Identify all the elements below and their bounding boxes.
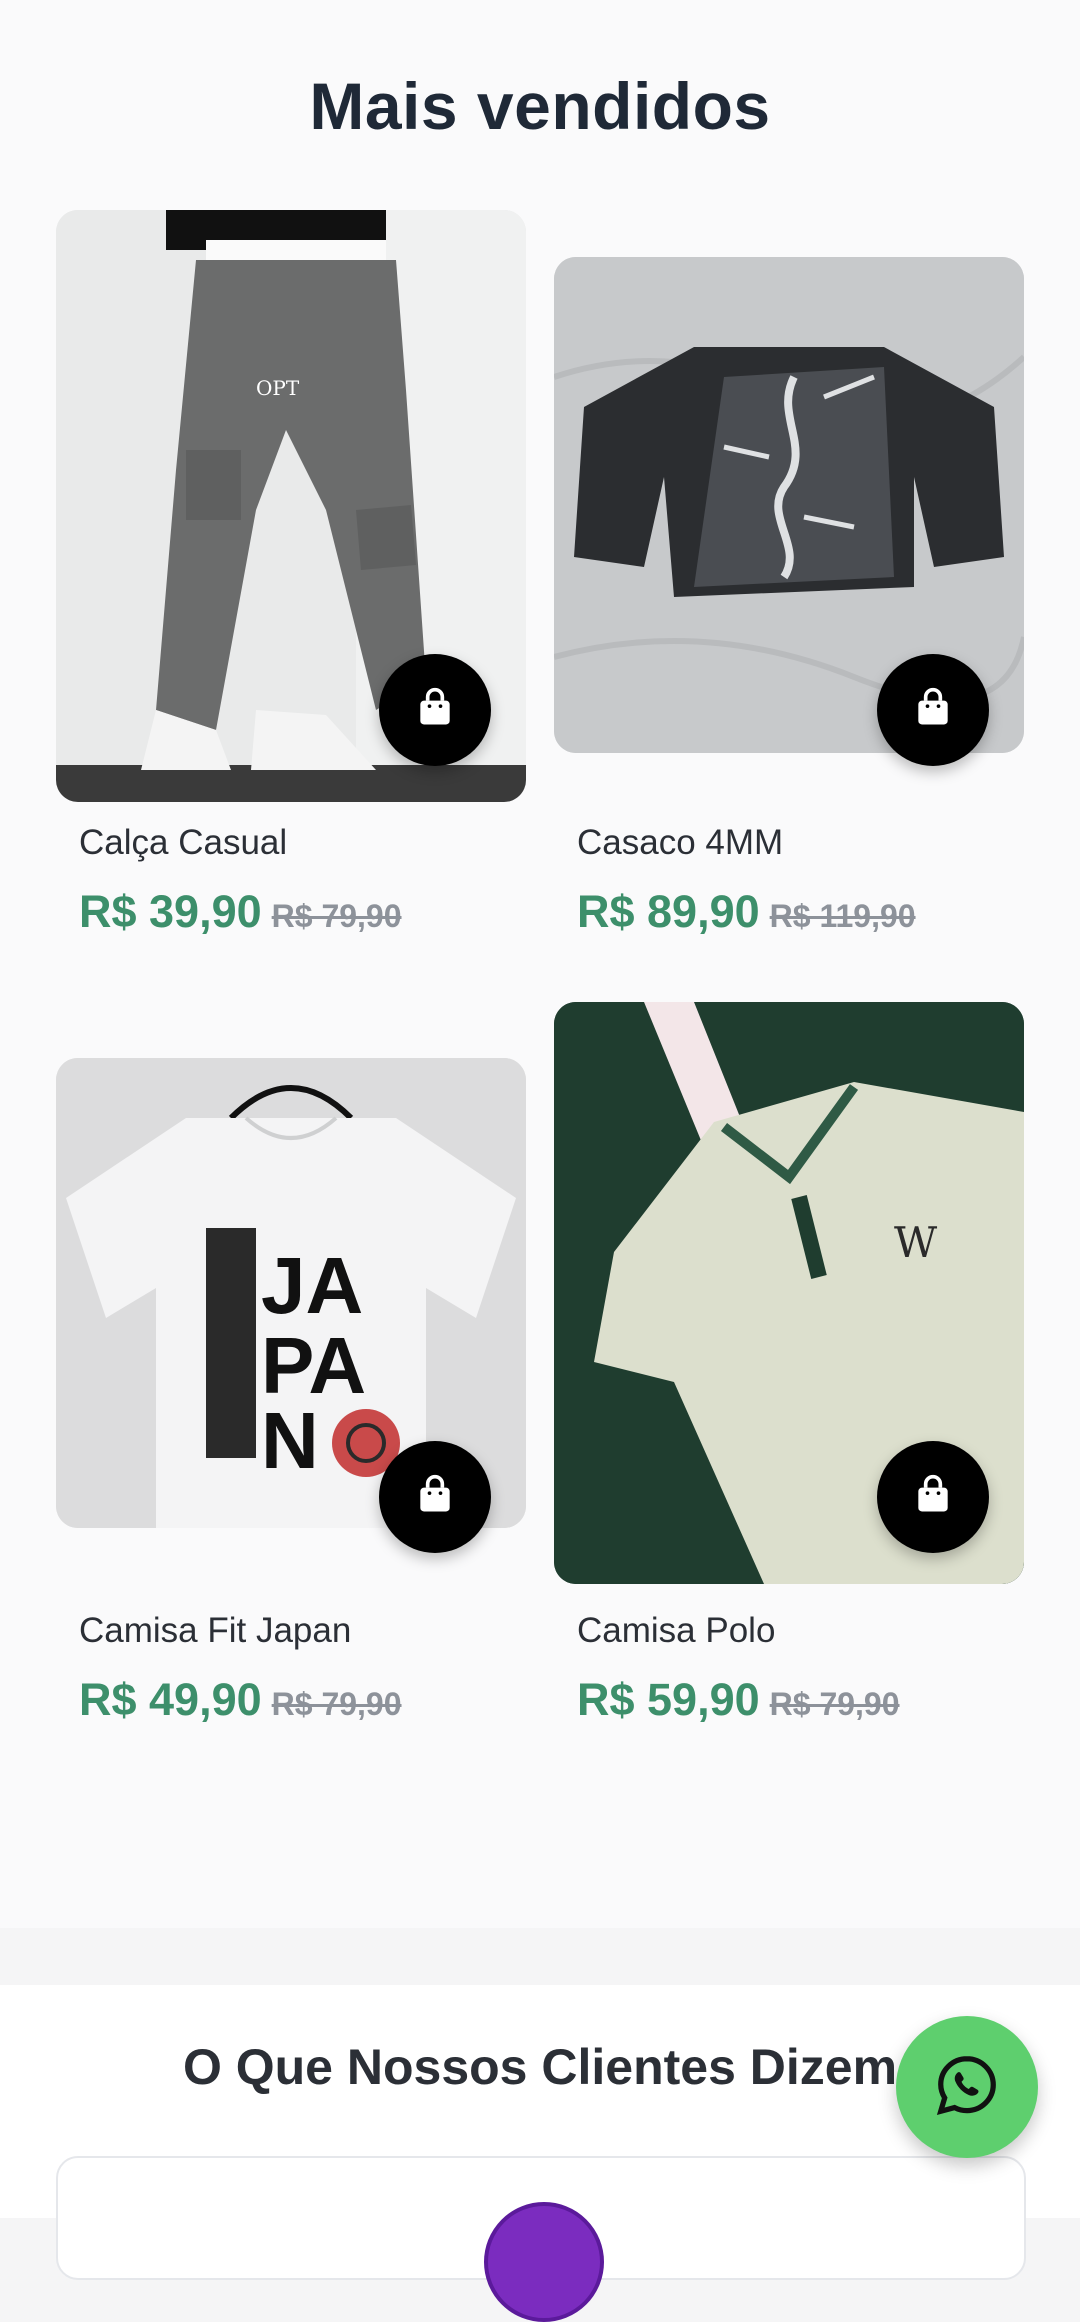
price-row: R$ 39,90 R$ 79,90 bbox=[79, 886, 402, 938]
add-to-cart-button[interactable] bbox=[877, 654, 989, 766]
product-price: R$ 39,90 bbox=[79, 886, 262, 937]
svg-text:JA: JA bbox=[261, 1241, 363, 1330]
product-name[interactable]: Casaco 4MM bbox=[577, 823, 783, 863]
whatsapp-button[interactable] bbox=[896, 2016, 1038, 2158]
shopping-bag-icon bbox=[413, 686, 457, 735]
svg-text:W: W bbox=[894, 1218, 938, 1267]
price-row: R$ 49,90 R$ 79,90 bbox=[79, 1674, 402, 1726]
svg-text:OPT: OPT bbox=[256, 376, 300, 400]
page: Mais vendidos OPT Calça Casual R$ 39,90 R… bbox=[0, 0, 1080, 2322]
shopping-bag-icon bbox=[911, 686, 955, 735]
product-old-price: R$ 119,90 bbox=[769, 898, 916, 934]
product-price: R$ 49,90 bbox=[79, 1674, 262, 1725]
product-old-price: R$ 79,90 bbox=[271, 898, 402, 934]
product-name[interactable]: Calça Casual bbox=[79, 823, 287, 863]
shopping-bag-icon bbox=[413, 1473, 457, 1522]
product-name[interactable]: Camisa Polo bbox=[577, 1611, 775, 1651]
product-old-price: R$ 79,90 bbox=[769, 1686, 900, 1722]
product-price: R$ 59,90 bbox=[577, 1674, 760, 1725]
product-name[interactable]: Camisa Fit Japan bbox=[79, 1611, 351, 1651]
price-row: R$ 59,90 R$ 79,90 bbox=[577, 1674, 900, 1726]
svg-text:N: N bbox=[261, 1396, 319, 1485]
product-price: R$ 89,90 bbox=[577, 886, 760, 937]
price-row: R$ 89,90 R$ 119,90 bbox=[577, 886, 916, 938]
add-to-cart-button[interactable] bbox=[379, 1441, 491, 1553]
add-to-cart-button[interactable] bbox=[379, 654, 491, 766]
add-to-cart-button[interactable] bbox=[877, 1441, 989, 1553]
section-title: Mais vendidos bbox=[309, 69, 771, 143]
whatsapp-icon bbox=[932, 2050, 1002, 2125]
avatar bbox=[484, 2202, 604, 2322]
product-old-price: R$ 79,90 bbox=[271, 1686, 402, 1722]
shopping-bag-icon bbox=[911, 1473, 955, 1522]
